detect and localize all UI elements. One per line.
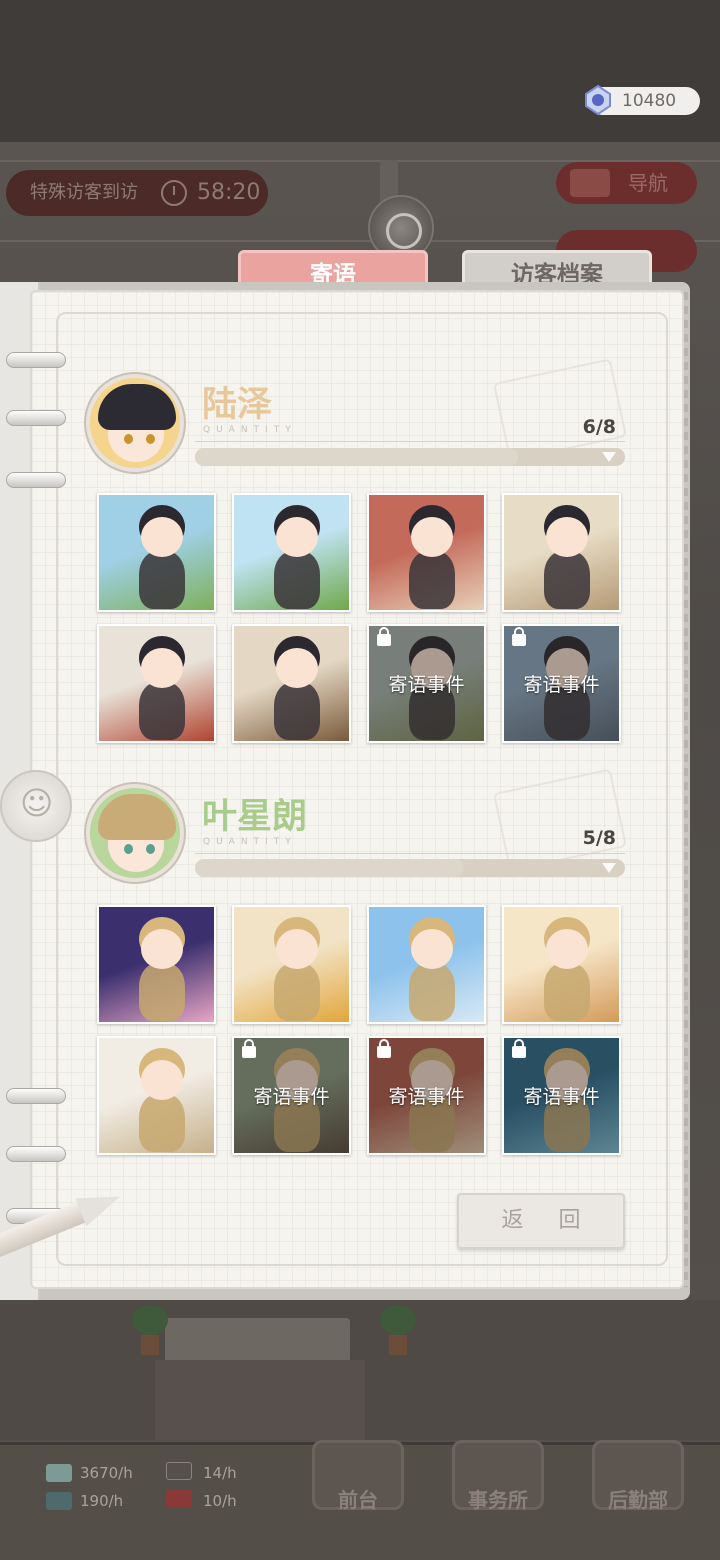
office-label: 事务所	[468, 1488, 528, 1512]
character-figure	[139, 1094, 185, 1152]
stat-gifts: 10/h	[203, 1492, 237, 1510]
message-event-thumbnail-locked[interactable]: 寄语事件	[502, 624, 621, 743]
character-head	[276, 517, 318, 557]
character-head	[141, 517, 183, 557]
navigate-label: 导航	[628, 171, 668, 195]
lock-icon	[377, 1039, 391, 1058]
map-icon	[570, 169, 610, 197]
plant-icon	[380, 1305, 416, 1355]
gem-count: 10480	[622, 91, 677, 111]
stat-cash: 3670/h	[80, 1464, 133, 1482]
character-figure	[274, 682, 320, 740]
stat-fans: 14/h	[203, 1464, 237, 1482]
book-icon	[46, 1492, 72, 1510]
divider	[195, 441, 625, 442]
logistics-label: 后勤部	[608, 1488, 668, 1512]
rug	[155, 1360, 365, 1440]
event-label: 寄语事件	[523, 1086, 600, 1108]
message-event-thumbnail-locked[interactable]: 寄语事件	[502, 1036, 621, 1155]
collection-progress[interactable]	[195, 448, 625, 466]
message-event-thumbnail[interactable]	[232, 493, 351, 612]
binder-ring	[6, 472, 66, 488]
binder-ring	[6, 1088, 66, 1104]
reception-desk	[165, 1318, 350, 1362]
top-bar-background	[0, 0, 720, 142]
character-head	[546, 929, 588, 969]
event-label: 寄语事件	[253, 1086, 330, 1108]
special-visitor-label: 特殊访客到访	[30, 182, 138, 203]
avatar-yexinglang[interactable]	[86, 784, 184, 882]
character-head	[276, 648, 318, 688]
binder-ring	[6, 352, 66, 368]
return-label: 返 回	[501, 1208, 595, 1233]
cash-icon	[46, 1464, 72, 1482]
character-head	[411, 517, 453, 557]
character-name: 叶星朗	[202, 797, 308, 837]
message-event-thumbnail[interactable]	[232, 905, 351, 1024]
message-event-thumbnail[interactable]	[97, 493, 216, 612]
lock-icon	[377, 627, 391, 646]
front-desk-label: 前台	[338, 1488, 378, 1512]
progress-fill	[195, 859, 464, 877]
dropdown-arrow-icon[interactable]	[602, 863, 616, 873]
character-head	[141, 929, 183, 969]
character-figure	[139, 963, 185, 1021]
binder-ring	[6, 1146, 66, 1162]
collection-count: 5/8	[582, 827, 616, 849]
character-head	[411, 929, 453, 969]
collection-count: 6/8	[582, 416, 616, 438]
gift-icon	[166, 1490, 192, 1508]
event-label: 寄语事件	[523, 674, 600, 696]
character-head	[276, 929, 318, 969]
message-event-thumbnail[interactable]	[97, 1036, 216, 1155]
character-figure	[409, 963, 455, 1021]
character-head	[141, 1060, 183, 1100]
lock-icon	[242, 1039, 256, 1058]
collection-progress[interactable]	[195, 859, 625, 877]
divider	[195, 853, 625, 854]
gem-icon	[585, 84, 611, 116]
character-figure	[274, 551, 320, 609]
character-figure	[544, 963, 590, 1021]
message-event-thumbnail[interactable]	[367, 493, 486, 612]
dropdown-arrow-icon[interactable]	[602, 452, 616, 462]
message-event-thumbnail[interactable]	[367, 905, 486, 1024]
message-event-thumbnail[interactable]	[502, 905, 621, 1024]
character-figure	[139, 551, 185, 609]
message-event-thumbnail-locked[interactable]: 寄语事件	[367, 624, 486, 743]
character-figure	[544, 551, 590, 609]
character-figure	[139, 682, 185, 740]
character-subtitle: QUANTITY	[203, 425, 297, 435]
message-event-thumbnail[interactable]	[502, 493, 621, 612]
character-figure	[409, 551, 455, 609]
special-visitor-timer: 58:20	[197, 180, 261, 205]
character-subtitle: QUANTITY	[203, 837, 297, 847]
return-button[interactable]: 返 回	[457, 1193, 625, 1249]
message-event-thumbnail[interactable]	[232, 624, 351, 743]
character-head	[546, 517, 588, 557]
lock-icon	[512, 1039, 526, 1058]
page-stitching	[684, 292, 688, 1287]
message-event-thumbnail[interactable]	[97, 905, 216, 1024]
stat-books: 190/h	[80, 1492, 124, 1510]
character-figure	[274, 963, 320, 1021]
clock-icon	[161, 180, 187, 206]
lock-icon	[512, 627, 526, 646]
avatar-luze[interactable]	[86, 374, 184, 472]
progress-fill	[195, 448, 518, 466]
message-event-thumbnail-locked[interactable]: 寄语事件	[232, 1036, 351, 1155]
binder-ring	[6, 410, 66, 426]
fan-icon	[166, 1462, 192, 1480]
character-head	[141, 648, 183, 688]
message-event-thumbnail[interactable]	[97, 624, 216, 743]
plant-icon	[132, 1305, 168, 1355]
event-label: 寄语事件	[388, 1086, 465, 1108]
message-event-thumbnail-locked[interactable]: 寄语事件	[367, 1036, 486, 1155]
character-name: 陆泽	[202, 385, 273, 425]
side-mascot-icon	[0, 770, 72, 842]
event-label: 寄语事件	[388, 674, 465, 696]
